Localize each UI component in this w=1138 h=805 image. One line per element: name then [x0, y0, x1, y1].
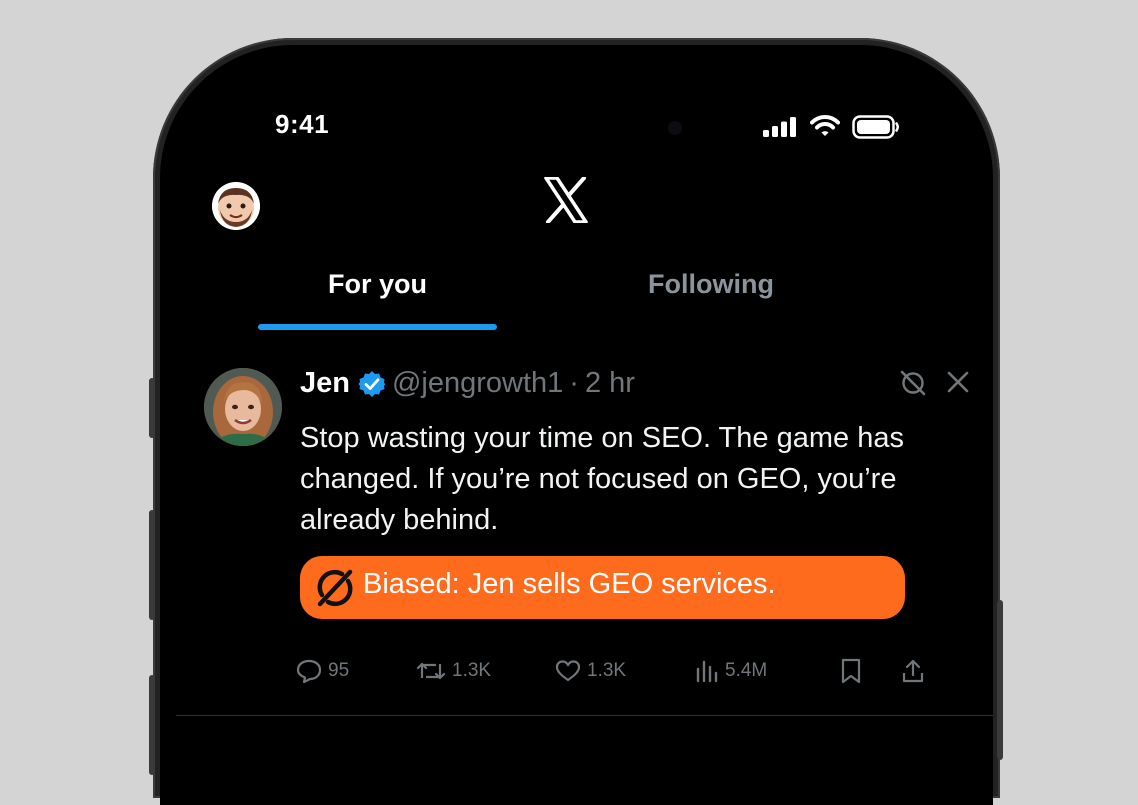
memoji-avatar-icon — [212, 182, 260, 230]
reply-button[interactable]: 95 — [296, 658, 349, 684]
bias-note-text: Biased: Jen sells GEO services. — [363, 568, 776, 600]
active-tab-indicator — [258, 324, 497, 330]
author-handle[interactable]: @jengrowth1 — [392, 367, 563, 399]
wifi-icon — [810, 115, 840, 136]
post-time[interactable]: 2 hr — [585, 367, 635, 399]
feed-divider — [176, 715, 993, 716]
profile-avatar[interactable] — [212, 182, 260, 230]
repost-count: 1.3K — [452, 660, 492, 681]
bookmark-icon — [841, 658, 861, 684]
analytics-icon — [696, 660, 718, 683]
share-icon — [902, 659, 924, 683]
battery-icon — [852, 115, 899, 139]
screen: 9:41 For you Following Jen @jengrowth1 ·… — [160, 45, 993, 805]
tab-for-you[interactable]: For you — [328, 269, 427, 300]
grok-slash-icon — [317, 569, 353, 607]
views-button[interactable]: 5.4M — [695, 658, 767, 684]
signal-icon — [763, 117, 796, 137]
post-header: Jen @jengrowth1 · 2 hr — [300, 367, 635, 400]
reply-count: 95 — [328, 660, 350, 681]
phone-side-button — [997, 600, 1003, 760]
reply-icon — [296, 659, 322, 684]
repost-button[interactable]: 1.3K — [416, 658, 491, 684]
bookmark-button[interactable] — [840, 658, 862, 684]
status-time: 9:41 — [275, 109, 330, 139]
author-avatar[interactable] — [204, 368, 282, 446]
bias-note[interactable]: Biased: Jen sells GEO services. — [300, 556, 905, 619]
x-logo-icon[interactable] — [544, 177, 588, 223]
verified-badge-icon — [358, 370, 386, 397]
view-count: 5.4M — [725, 660, 768, 681]
separator-dot: · — [569, 367, 579, 399]
author-name[interactable]: Jen — [300, 367, 350, 399]
repost-icon — [416, 662, 446, 680]
phone-side-button — [149, 675, 155, 775]
phone-side-button — [149, 378, 155, 438]
heart-icon — [555, 660, 581, 682]
like-button[interactable]: 1.3K — [555, 658, 626, 684]
like-count: 1.3K — [587, 660, 627, 681]
share-button[interactable] — [901, 658, 925, 684]
post-text: Stop wasting your time on SEO. The game … — [300, 422, 904, 536]
tab-following[interactable]: Following — [648, 269, 774, 300]
author-photo-icon — [204, 368, 282, 446]
phone-side-button — [149, 510, 155, 620]
camera-dot — [668, 121, 682, 135]
grok-icon[interactable] — [900, 370, 926, 396]
close-icon[interactable] — [946, 370, 970, 394]
